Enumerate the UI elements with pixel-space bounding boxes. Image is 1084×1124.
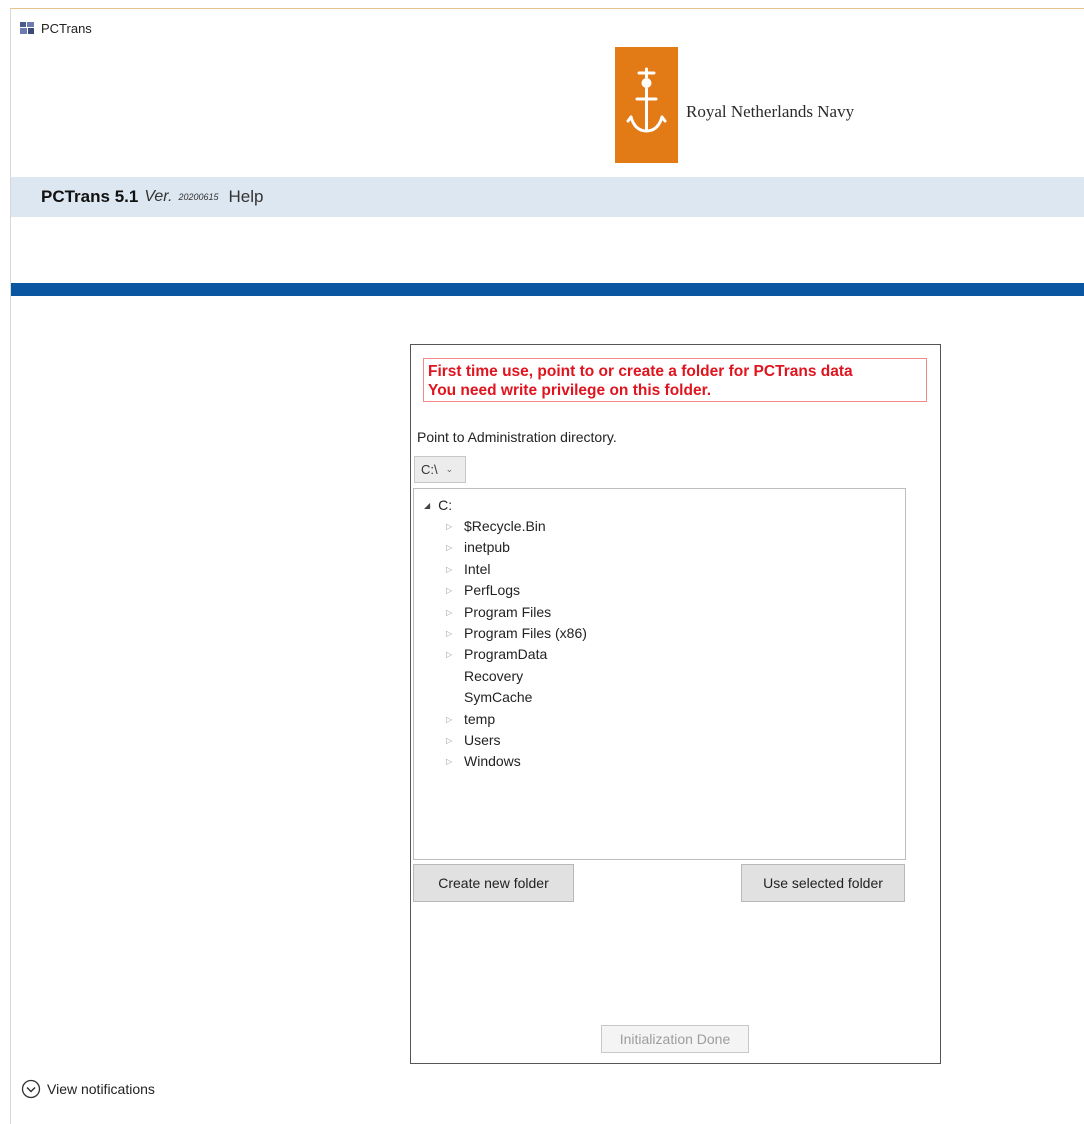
tree-folder-label: temp: [464, 710, 496, 727]
expand-arrow-icon[interactable]: ▷: [446, 730, 464, 751]
tree-folder-label: PerfLogs: [464, 582, 521, 599]
tree-folder-label: Intel: [464, 560, 491, 577]
app-name: PCTrans 5.1: [41, 187, 139, 206]
folder-tree[interactable]: ◢ C: ▷ $Recycle.Bin ▷ inetpub ▷ Intel ▷ PerfLog…: [413, 488, 906, 860]
app-window: PCTrans Royal Netherlands Navy PCTrans 5…: [10, 8, 1084, 1124]
tree-folder-list: ▷ $Recycle.Bin ▷ inetpub ▷ Intel ▷ PerfLogs ▷ Pro…: [446, 516, 587, 773]
tree-folder-label: Users: [464, 731, 501, 748]
tree-folder-item[interactable]: ▷ Program Files (x86): [446, 623, 587, 644]
version-label: Ver.: [144, 188, 173, 205]
menubar: PCTrans 5.1 Ver. 20200615 Help: [11, 177, 1084, 217]
tree-folder-item[interactable]: ▷ temp: [446, 709, 587, 730]
window-title: PCTrans: [41, 20, 92, 36]
tree-folder-label: Recovery: [464, 667, 524, 684]
view-notifications[interactable]: View notifications: [21, 1079, 155, 1099]
drive-select-value: C:\: [421, 462, 438, 477]
tree-folder-label: Windows: [464, 753, 521, 770]
tree-folder-label: Program Files (x86): [464, 624, 587, 641]
app-icon: [20, 22, 34, 34]
expand-arrow-icon[interactable]: ▷: [446, 537, 464, 558]
expand-arrow-icon[interactable]: ▷: [446, 580, 464, 601]
tree-folder-label: inetpub: [464, 539, 510, 556]
setup-dialog: First time use, point to or create a fol…: [410, 344, 941, 1064]
tree-folder-item[interactable]: Recovery: [446, 666, 587, 687]
tree-folder-label: ProgramData: [464, 646, 548, 663]
tree-folder-item[interactable]: ▷ Program Files: [446, 602, 587, 623]
drive-select[interactable]: C:\ ⌄: [414, 456, 466, 483]
expanded-icon: ◢: [424, 500, 431, 510]
chevron-down-icon: ⌄: [445, 464, 454, 474]
navy-logo-text: Royal Netherlands Navy: [686, 102, 855, 121]
expand-arrow-icon[interactable]: ▷: [446, 516, 464, 537]
tree-folder-item[interactable]: ▷ ProgramData: [446, 644, 587, 665]
tree-root-label: C:: [438, 497, 453, 513]
expand-arrow-icon[interactable]: ▷: [446, 751, 464, 772]
tree-folder-item[interactable]: ▷ Intel: [446, 559, 587, 580]
admin-directory-label: Point to Administration directory.: [417, 429, 617, 445]
tree-folder-item[interactable]: ▷ Windows: [446, 751, 587, 772]
version-number: 20200615: [178, 192, 219, 202]
expand-arrow-icon[interactable]: ▷: [446, 559, 464, 580]
help-menu[interactable]: Help: [229, 187, 264, 207]
use-selected-folder-button[interactable]: Use selected folder: [741, 864, 905, 902]
warning-message: First time use, point to or create a fol…: [423, 358, 927, 402]
tree-folder-item[interactable]: ▷ Users: [446, 730, 587, 751]
initialization-done-button[interactable]: Initialization Done: [601, 1025, 749, 1053]
warning-line-1: First time use, point to or create a fol…: [428, 363, 853, 380]
warning-line-2: You need write privilege on this folder.: [428, 382, 712, 399]
tree-folder-label: SymCache: [464, 689, 533, 706]
tree-root-node[interactable]: ◢ C:: [424, 497, 452, 513]
tree-folder-label: Program Files: [464, 603, 552, 620]
view-notifications-label: View notifications: [47, 1081, 155, 1097]
anchor-icon: [626, 67, 667, 133]
tree-folder-item[interactable]: ▷ PerfLogs: [446, 580, 587, 601]
tree-folder-label: $Recycle.Bin: [464, 518, 546, 534]
expand-arrow-icon[interactable]: ▷: [446, 644, 464, 665]
tree-folder-item[interactable]: ▷ $Recycle.Bin: [446, 516, 587, 537]
chevron-circle-icon: [21, 1079, 41, 1099]
expand-arrow-icon[interactable]: ▷: [446, 623, 464, 644]
tree-folder-item[interactable]: ▷ inetpub: [446, 537, 587, 558]
accent-bar: [11, 283, 1084, 296]
expand-arrow-icon[interactable]: ▷: [446, 602, 464, 623]
titlebar: PCTrans: [19, 17, 92, 39]
navy-logo: [615, 47, 678, 163]
expand-arrow-icon[interactable]: ▷: [446, 709, 464, 730]
create-new-folder-button[interactable]: Create new folder: [413, 864, 574, 902]
tree-folder-item[interactable]: SymCache: [446, 687, 587, 708]
